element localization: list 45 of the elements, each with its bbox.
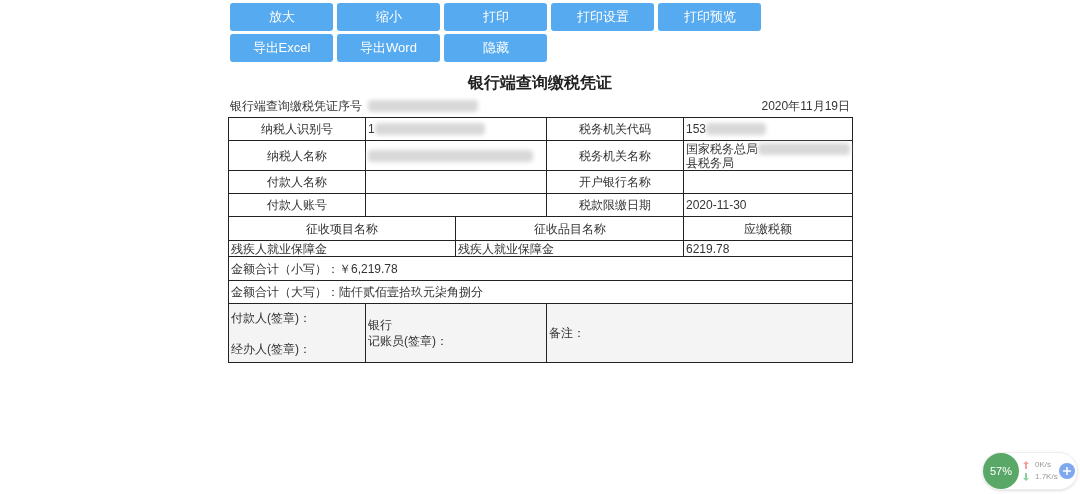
upload-speed: 0K/s: [1035, 459, 1051, 471]
column-header: 征收品目名称: [533, 221, 606, 236]
column-header: 应缴税额: [744, 221, 792, 236]
usage-gauge: 57%: [983, 453, 1019, 489]
signature-label: 记账员(签章)：: [368, 333, 449, 349]
toolbar-button[interactable]: 隐藏: [444, 34, 547, 62]
field-value: 2020-11-30: [686, 198, 747, 212]
column-header: 征收项目名称: [306, 221, 378, 236]
total-small: 金额合计（小写）：￥6,219.78: [231, 261, 398, 276]
toolbar-button[interactable]: 打印预览: [658, 3, 761, 31]
toolbar-button[interactable]: 打印设置: [551, 3, 654, 31]
toolbar-button[interactable]: 导出Excel: [230, 34, 333, 62]
field-value: 国家税务总局: [686, 141, 758, 156]
field-value: 县税务局: [686, 155, 735, 170]
speed-widget[interactable]: 57% 0K/s 1.7K/s: [982, 452, 1078, 490]
field-label: 开户银行名称: [579, 175, 651, 189]
table-cell: 残疾人就业保障金: [231, 241, 327, 256]
field-label: 纳税人识别号: [261, 122, 333, 136]
table-cell: 6219.78: [686, 241, 730, 256]
signature-label: 经办人(签章)：: [231, 340, 312, 358]
serial-label: 银行端查询缴税凭证序号: [230, 98, 362, 115]
toolbar-button[interactable]: 导出Word: [337, 34, 440, 62]
upload-arrow-icon: [1023, 461, 1029, 469]
download-speed: 1.7K/s: [1035, 471, 1058, 483]
field-label: 税款限缴日期: [579, 198, 651, 212]
toolbar-button[interactable]: 缩小: [337, 3, 440, 31]
total-large: 金额合计（大写）：陆仟贰佰壹拾玖元柒角捌分: [231, 285, 483, 299]
remark-label: 备注：: [549, 326, 585, 340]
redaction-blur: [706, 123, 767, 135]
plus-icon[interactable]: [1059, 463, 1075, 479]
download-arrow-icon: [1023, 473, 1029, 481]
field-label: 税务机关名称: [579, 148, 651, 163]
voucher-title: 银行端查询缴税凭证: [466, 73, 613, 93]
field-label: 税务机关代码: [579, 122, 651, 136]
signature-label: 银行: [368, 317, 393, 333]
toolbar-button[interactable]: 打印: [444, 3, 547, 31]
field-label: 付款人账号: [267, 198, 327, 212]
field-label: 纳税人名称: [267, 148, 327, 163]
table-cell: 残疾人就业保障金: [458, 241, 554, 256]
field-value: 1: [368, 121, 375, 138]
toolbar-button[interactable]: 放大: [230, 3, 333, 31]
signature-label: 付款人(签章)：: [231, 309, 312, 327]
voucher-date: 2020年11月19日: [761, 98, 850, 115]
field-label: 付款人名称: [267, 175, 327, 189]
field-value: 153: [686, 122, 707, 136]
